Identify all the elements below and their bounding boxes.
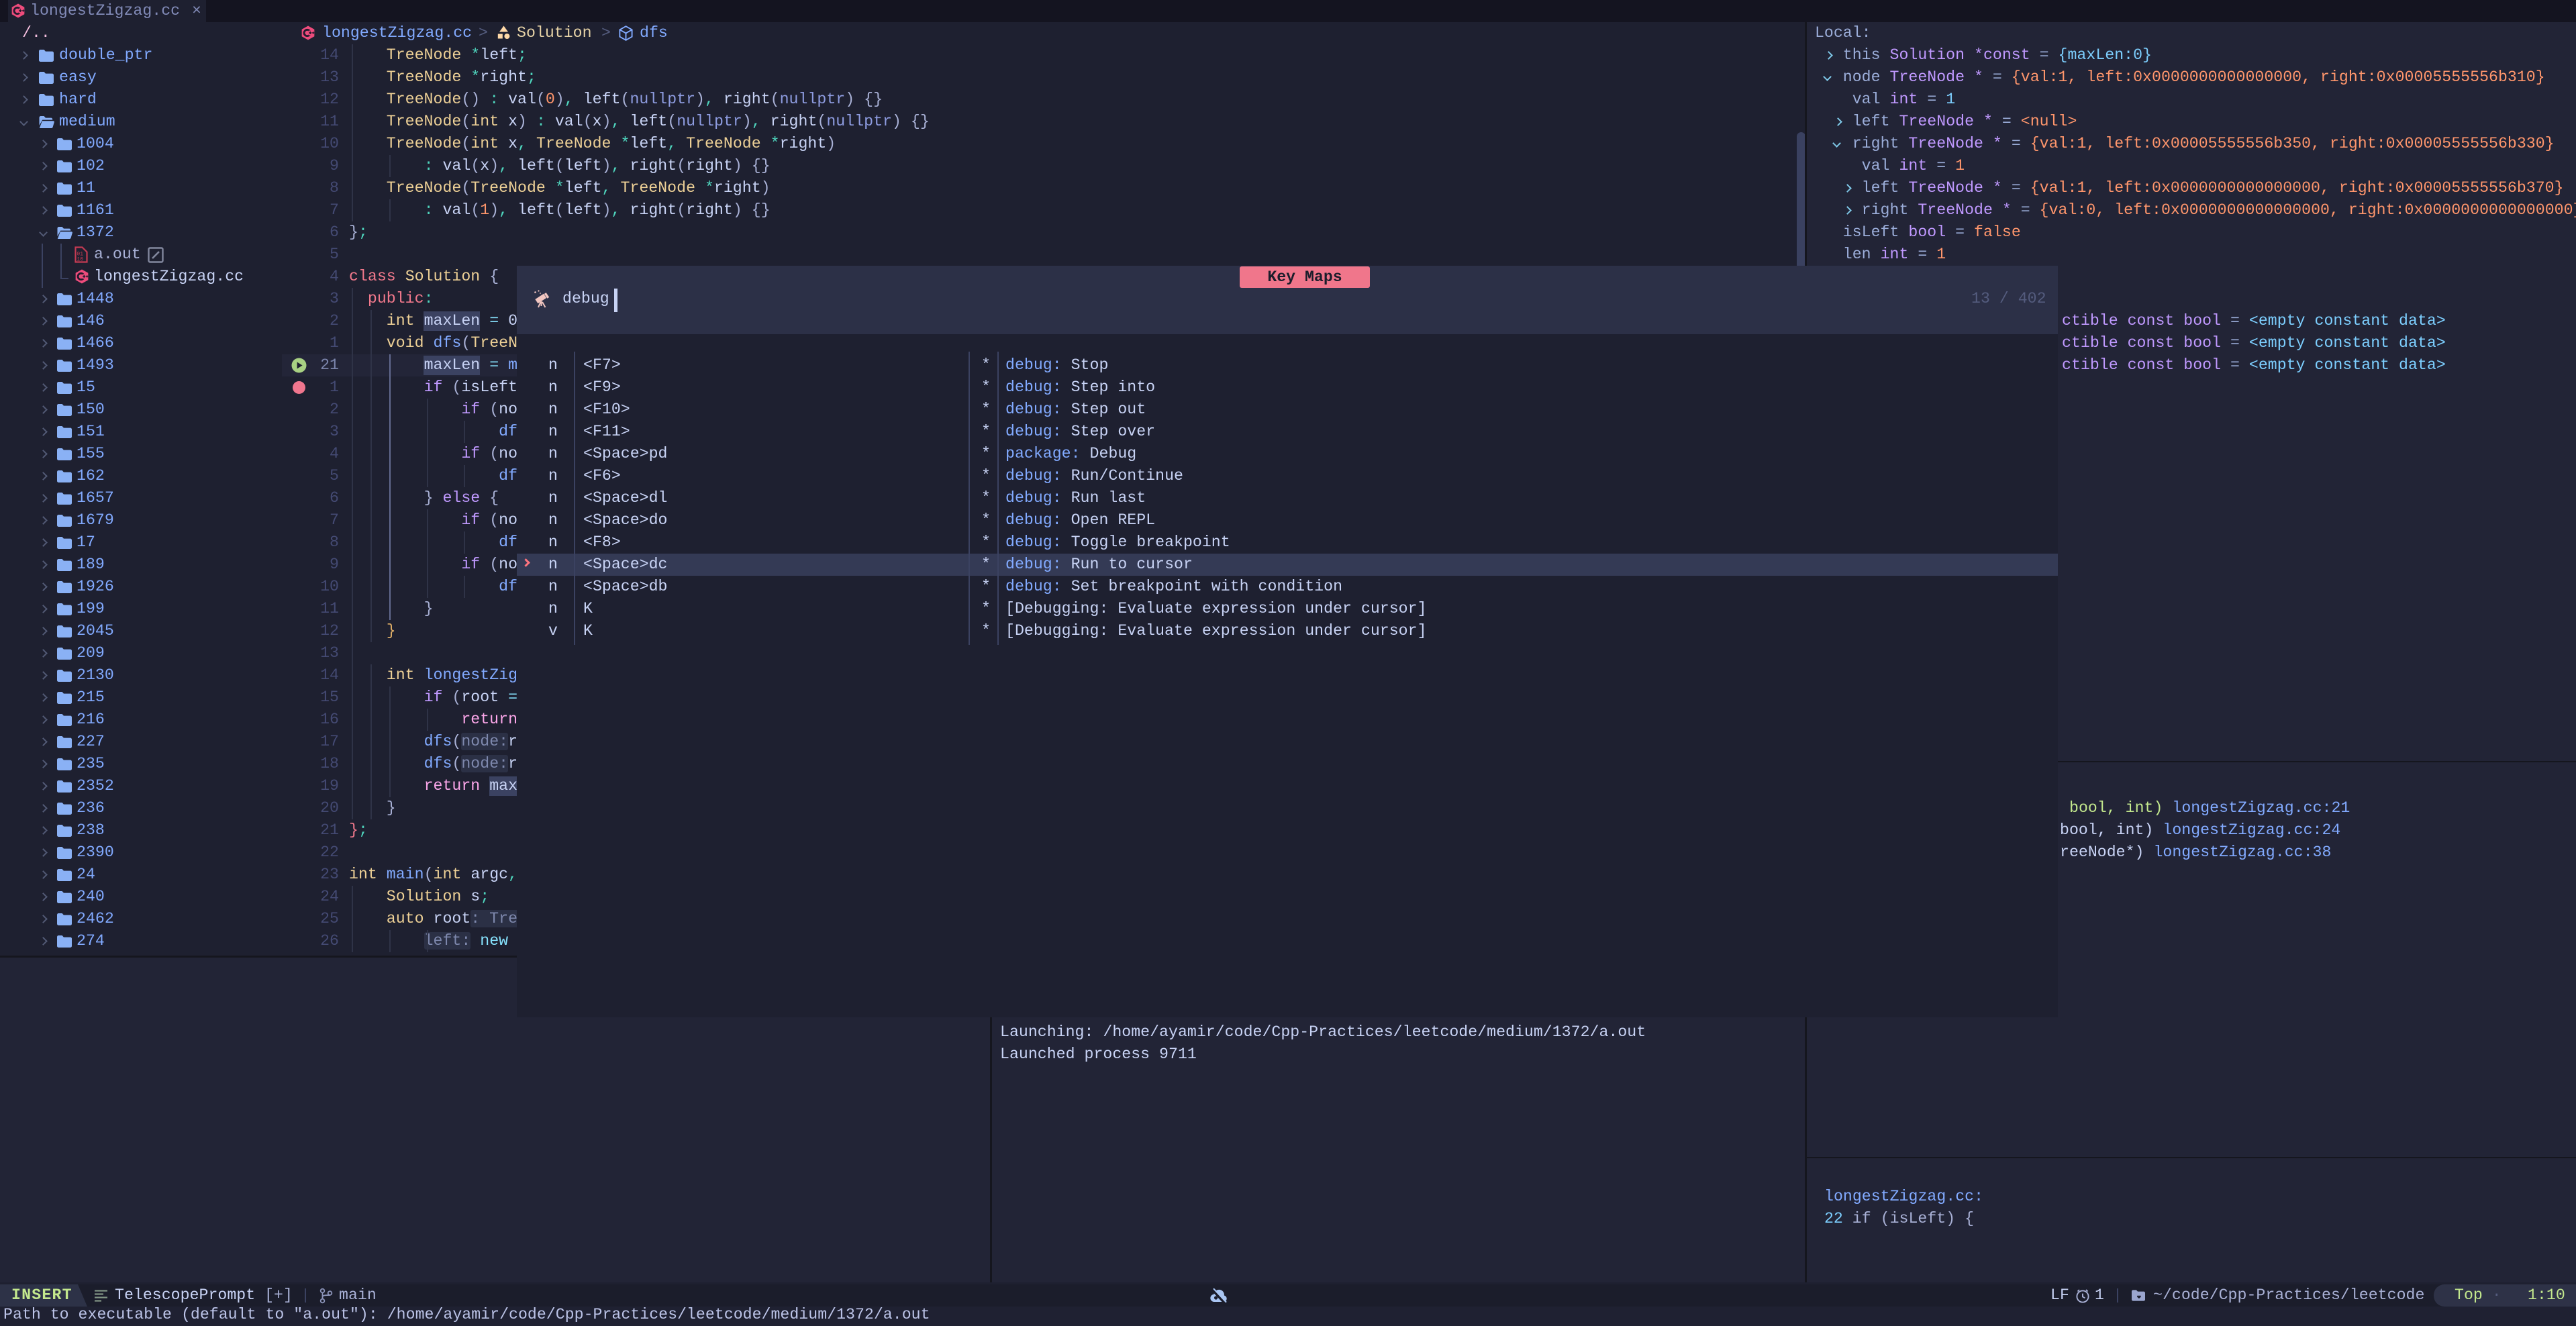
svg-text:10: 10 [77,256,83,262]
